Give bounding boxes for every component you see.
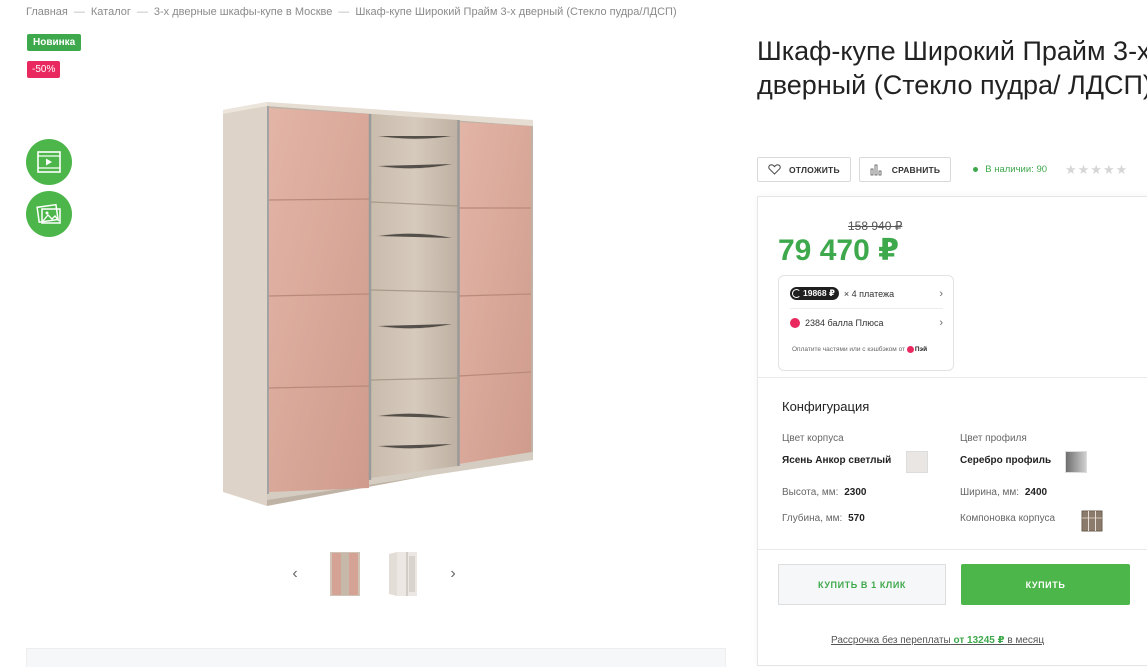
installment-link[interactable]: Рассрочка без переплаты от 13245 ₽ в мес… [831, 635, 1044, 646]
rating-stars[interactable]: ★★★★★ [1065, 162, 1128, 178]
body-color-swatch[interactable] [906, 451, 928, 473]
breadcrumb-separator: — [338, 6, 350, 18]
stock-text: В наличии: 90 [985, 164, 1048, 175]
stock-status: В наличии: 90 [973, 164, 1047, 175]
breadcrumb-separator: — [73, 6, 85, 18]
installment-prefix: Рассрочка без переплаты [831, 635, 951, 646]
installment-suffix: в месяц [1007, 635, 1045, 646]
breadcrumb: Главная — Каталог — 3-х дверные шкафы-купе в… [26, 6, 677, 18]
payment-options: 19868 ₽ × 4 платежа › 2384 балла Плюса ›… [778, 275, 954, 371]
plus-points-row[interactable]: 2384 балла Плюса › [790, 317, 943, 329]
buy-card: 158 940 ₽ 79 470 ₽ 19868 ₽ × 4 платежа ›… [757, 196, 1147, 666]
chevron-right-icon: › [939, 317, 943, 329]
chevron-right-icon: › [939, 287, 943, 300]
layout-label: Компоновка корпуса [960, 513, 1056, 524]
payment-note: Оплатите частями или с кэшбэком от Пэй [792, 346, 942, 353]
compare-button[interactable]: СРАВНИТЬ [858, 157, 952, 182]
payment-divider [790, 308, 943, 309]
breadcrumb-category[interactable]: 3-х дверные шкафы-купе в Москве [154, 6, 333, 18]
compare-label: СРАВНИТЬ [891, 164, 941, 175]
depth-label: Глубина, мм: [782, 513, 843, 524]
depth-value: 570 [848, 513, 865, 524]
width-spec: Ширина, мм: 2400 [960, 487, 1047, 498]
split-amount: 19868 ₽ [803, 288, 835, 298]
plus-icon [790, 318, 800, 328]
compare-bars-icon [870, 164, 882, 175]
height-spec: Высота, мм: 2300 [782, 487, 866, 498]
body-color-label: Цвет корпуса [782, 433, 844, 444]
pay-brand-icon [906, 346, 914, 353]
gallery-button[interactable] [26, 191, 72, 237]
height-label: Высота, мм: [782, 487, 839, 498]
divider [758, 377, 1147, 378]
layout-icon[interactable] [1081, 510, 1103, 532]
thumbnail-1[interactable] [327, 550, 363, 598]
breadcrumb-current: Шкаф-купе Широкий Прайм 3-х дверный (Сте… [355, 6, 677, 18]
breadcrumb-separator: — [136, 6, 148, 18]
old-price: 158 940 ₽ [848, 219, 903, 233]
bottom-info-strip [26, 648, 726, 667]
profile-color-swatch[interactable] [1065, 451, 1087, 473]
depth-spec: Глубина, мм: 570 [782, 513, 865, 524]
image-gallery-icon [36, 203, 61, 224]
discount-badge: -50% [27, 61, 61, 78]
buy-one-click-button[interactable]: КУПИТЬ В 1 КЛИК [778, 564, 946, 605]
body-color-value: Ясень Анкор светлый [782, 455, 892, 466]
profile-color-value: Серебро профиль [960, 455, 1052, 466]
payment-note-text: Оплатите частями или с кэшбэком от [792, 346, 906, 354]
plus-text: 2384 балла Плюса [805, 318, 884, 328]
video-play-icon [37, 151, 61, 173]
breadcrumb-catalog[interactable]: Каталог [91, 6, 131, 18]
thumbnail-strip: ‹ › [285, 550, 463, 598]
profile-color-label: Цвет профиля [960, 433, 1027, 444]
favorite-button[interactable]: ОТЛОЖИТЬ [757, 157, 851, 182]
product-actions: ОТЛОЖИТЬ СРАВНИТЬ В наличии: 90 ★★★★★ [757, 157, 1128, 182]
payment-note-brand: Пэй [914, 346, 928, 354]
product-main-image[interactable] [215, 96, 540, 508]
gallery-next-arrow[interactable]: › [443, 565, 463, 583]
current-price: 79 470 ₽ [778, 234, 899, 267]
split-icon [792, 289, 801, 298]
installment-amount: от 13245 ₽ [953, 635, 1005, 646]
gallery-prev-arrow[interactable]: ‹ [285, 565, 305, 583]
new-badge: Новинка [27, 34, 82, 51]
product-title: Шкаф-купе Широкий Прайм 3-х дверный (Сте… [757, 36, 1147, 100]
breadcrumb-home[interactable]: Главная [26, 6, 68, 18]
split-payment-row[interactable]: 19868 ₽ × 4 платежа › [790, 287, 943, 300]
favorite-label: ОТЛОЖИТЬ [789, 164, 840, 175]
stock-dot-icon [973, 167, 979, 172]
thumbnail-2[interactable] [385, 550, 421, 598]
split-amount-pill: 19868 ₽ [790, 287, 839, 300]
height-value: 2300 [844, 487, 867, 498]
config-title: Конфигурация [782, 399, 870, 414]
width-label: Ширина, мм: [960, 487, 1020, 498]
split-text: × 4 платежа [843, 288, 895, 299]
divider [758, 549, 1147, 550]
heart-icon [768, 164, 781, 175]
buy-button[interactable]: КУПИТЬ [961, 564, 1130, 605]
video-button[interactable] [26, 139, 72, 185]
width-value: 2400 [1024, 487, 1048, 498]
